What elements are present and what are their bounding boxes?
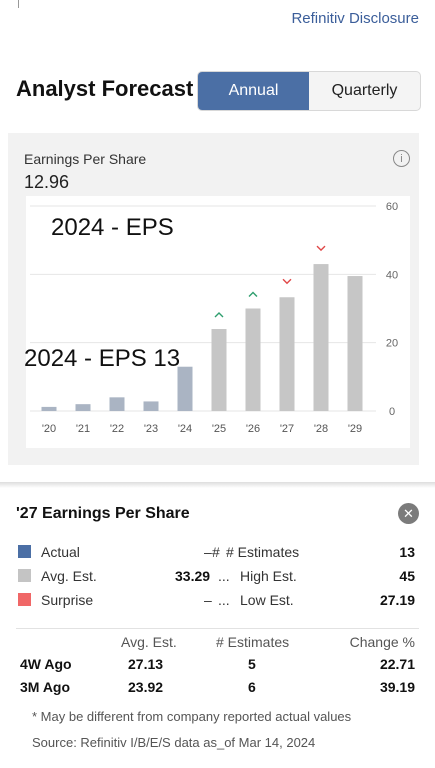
legend-avg-label: Avg. Est. [41, 568, 97, 584]
y-tick-label: 40 [386, 269, 398, 281]
ellipsis: ... [218, 568, 230, 584]
stat-low-label: Low Est. [240, 592, 294, 608]
bar [177, 366, 193, 411]
refinitiv-disclosure-link[interactable]: Refinitiv Disclosure [291, 10, 419, 27]
metric-value: 12.96 [24, 172, 70, 192]
bar [313, 264, 329, 411]
surprise-swatch [18, 593, 31, 606]
overlay-text: 2024 - EPS 13 [24, 345, 181, 372]
stat-high-value: 45 [399, 568, 415, 584]
revision-down-icon [316, 245, 326, 252]
row-count: 6 [248, 679, 256, 695]
legend-actual-label: Actual [41, 544, 80, 560]
row-change: 22.71 [379, 656, 415, 672]
bar [143, 401, 159, 411]
metric-label: Earnings Per Share [24, 151, 147, 167]
row-count: 5 [248, 656, 256, 672]
row-period: 4W Ago [20, 656, 72, 672]
x-tick-label: '26 [246, 423, 260, 435]
overlay-text: 2024 - EPS [51, 214, 174, 241]
bar [279, 297, 295, 411]
tab-annual[interactable]: Annual [198, 72, 309, 110]
bar [245, 308, 261, 411]
y-tick-label: 20 [386, 338, 398, 350]
x-tick-label: '22 [110, 423, 124, 435]
avg-est-swatch [18, 569, 31, 582]
x-tick-label: '20 [42, 423, 56, 435]
x-tick-label: '29 [348, 423, 362, 435]
legend-avg-value: 33.29 [175, 568, 211, 584]
page-title: Analyst Forecast [16, 76, 194, 101]
stat-estimates-value: 13 [399, 544, 415, 560]
x-tick-label: '28 [314, 423, 328, 435]
row-avg: 27.13 [128, 656, 164, 672]
tab-quarterly[interactable]: Quarterly [309, 72, 420, 110]
sheet-divider [0, 482, 435, 488]
col-header-estimates: # Estimates [216, 634, 290, 650]
stat-low-value: 27.19 [379, 592, 415, 608]
bar [347, 276, 363, 411]
row-period: 3M Ago [20, 679, 71, 695]
bar [211, 329, 227, 411]
y-tick-label: 60 [386, 201, 398, 213]
close-icon[interactable]: ✕ [398, 503, 419, 524]
x-tick-label: '21 [76, 423, 90, 435]
divider [18, 0, 19, 8]
y-tick-label: 0 [389, 406, 395, 418]
legend-surprise-label: Surprise [41, 592, 94, 608]
revision-down-icon [282, 278, 292, 285]
col-header-avg: Avg. Est. [121, 634, 177, 650]
stat-estimates-prefix: # [212, 544, 220, 560]
bar [41, 406, 57, 411]
stat-estimates-label: # Estimates [226, 544, 300, 560]
bar [109, 397, 125, 411]
bar [75, 404, 91, 411]
source-note: Source: Refinitiv I/B/E/S data as_of Mar… [32, 735, 316, 750]
col-header-change: Change % [349, 634, 415, 650]
info-icon[interactable]: i [393, 150, 410, 167]
x-tick-label: '23 [144, 423, 158, 435]
divider [16, 628, 419, 629]
period-toggle: Annual Quarterly [197, 71, 421, 111]
ellipsis: ... [218, 592, 230, 608]
legend-surprise-value: – [204, 592, 212, 608]
x-tick-label: '24 [178, 423, 192, 435]
row-avg: 23.92 [128, 679, 164, 695]
revision-up-icon [248, 291, 258, 297]
x-tick-label: '25 [212, 423, 226, 435]
revision-up-icon [214, 312, 224, 318]
footnote: * May be different from company reported… [32, 709, 352, 724]
legend-actual-value: – [204, 544, 212, 560]
x-tick-label: '27 [280, 423, 294, 435]
row-change: 39.19 [379, 679, 415, 695]
detail-title: '27 Earnings Per Share [16, 505, 190, 522]
actual-swatch [18, 545, 31, 558]
stat-high-label: High Est. [240, 568, 297, 584]
